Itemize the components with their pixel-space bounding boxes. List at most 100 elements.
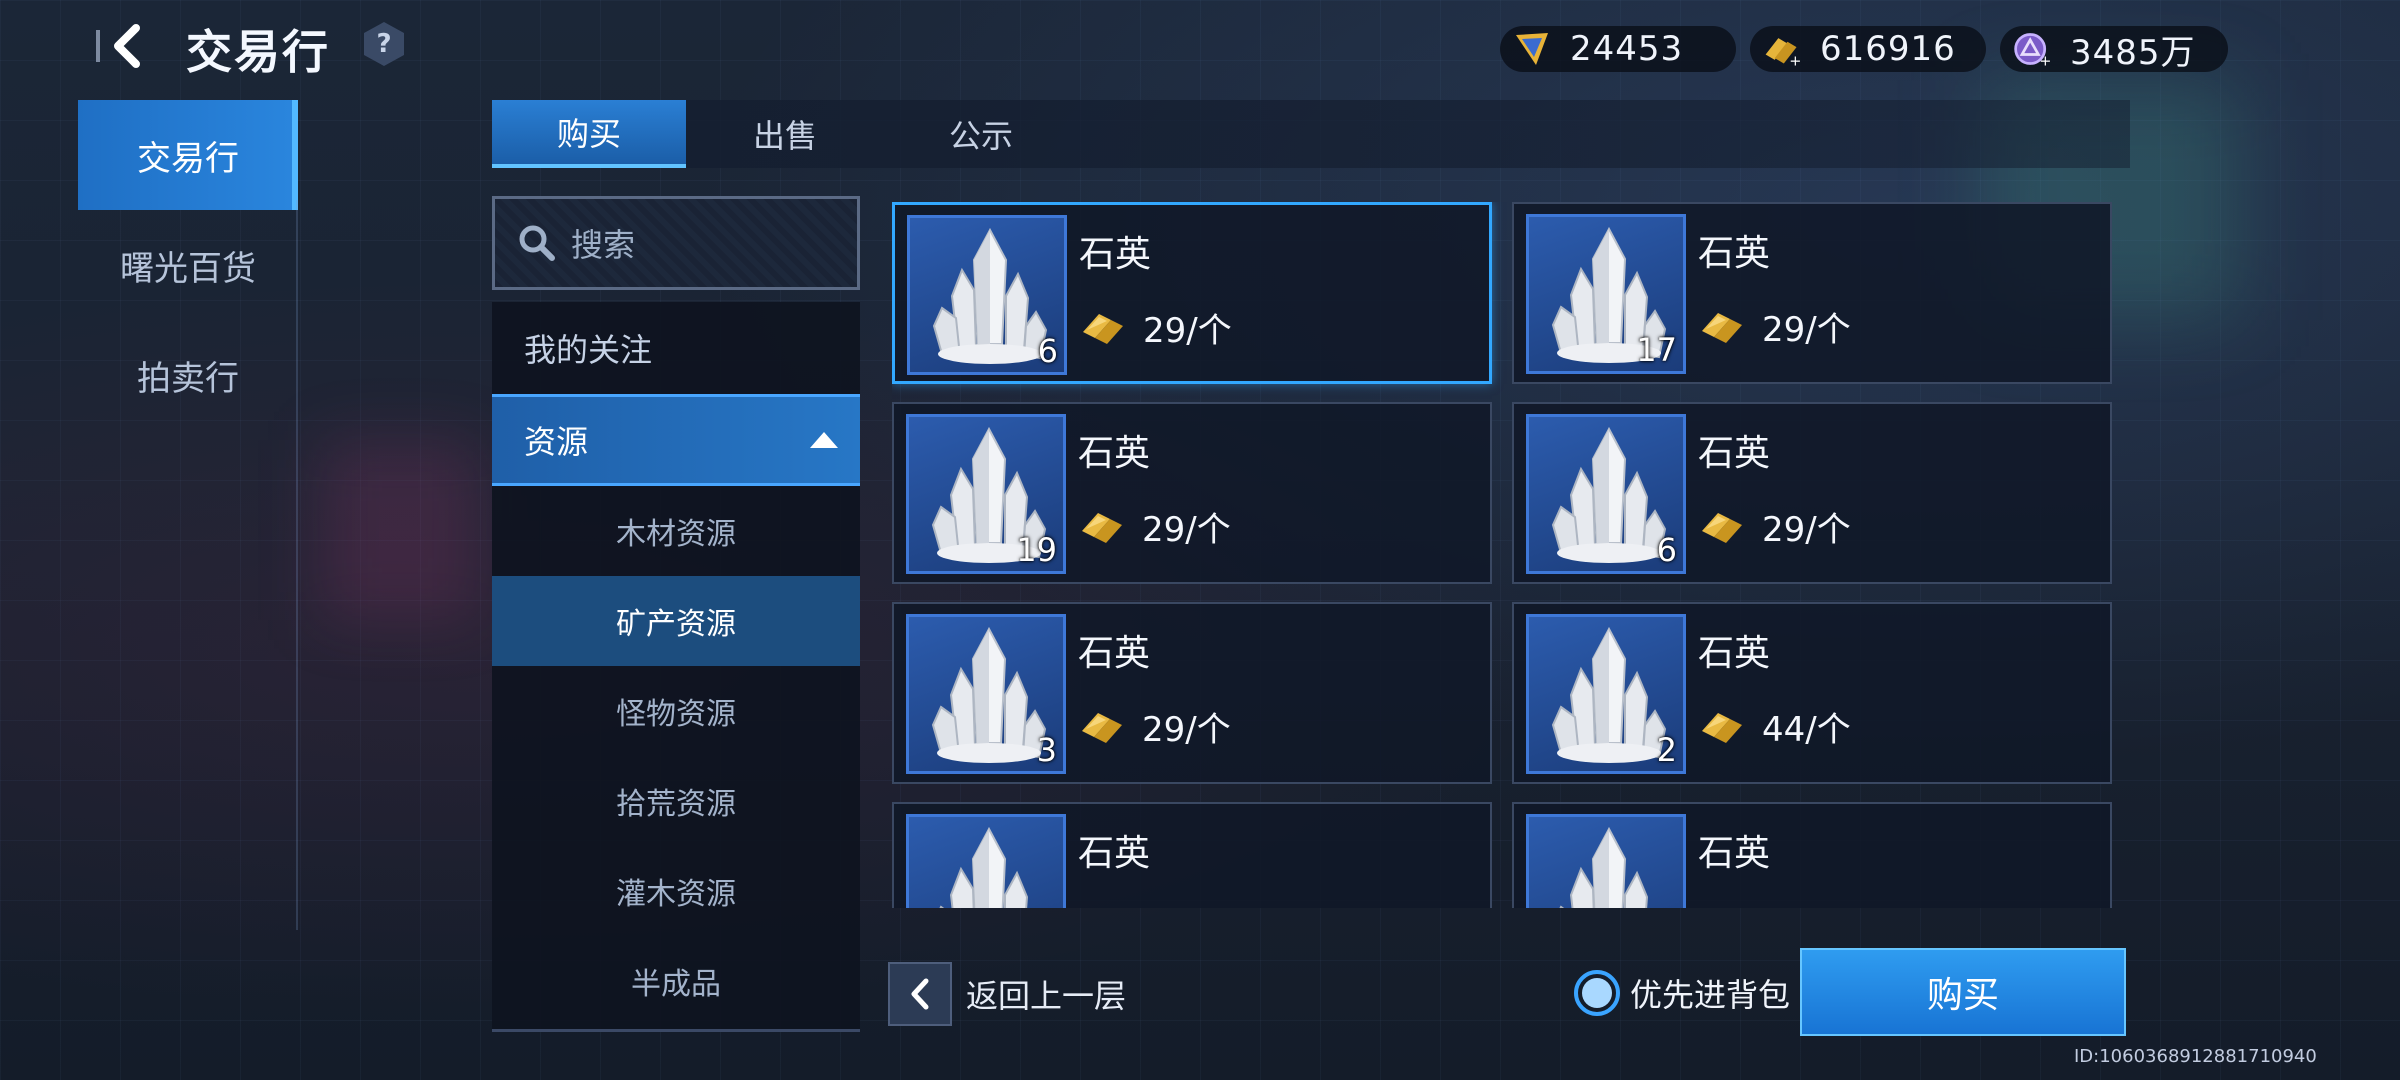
category-sub-scavenge[interactable]: 拾荒资源	[492, 756, 860, 846]
gold-bars-icon	[1702, 712, 1742, 743]
item-price: 29/个	[1078, 702, 1231, 751]
divider	[296, 200, 298, 930]
currency-gold[interactable]: + 616916	[1750, 26, 1986, 72]
quartz-crystal-icon	[1551, 426, 1667, 563]
back-button[interactable]	[96, 18, 158, 74]
left-nav: 交易行 曙光百货 拍卖行	[78, 100, 298, 430]
gold-bars-icon	[1702, 512, 1742, 543]
item-quantity: 3	[1036, 731, 1057, 769]
chevron-left-icon	[911, 978, 929, 1010]
item-thumbnail	[1526, 814, 1686, 908]
item-price: 29/个	[1698, 502, 1851, 551]
priority-backpack-toggle[interactable]: 优先进背包	[1574, 970, 1790, 1016]
item-price-value: 29/个	[1762, 310, 1851, 350]
item-price-value: 29/个	[1143, 311, 1232, 351]
quartz-crystal-icon	[1559, 826, 1649, 908]
item-quantity: 19	[1016, 531, 1057, 569]
quartz-crystal-icon	[939, 826, 1029, 908]
back-layer-button[interactable]: 返回上一层	[888, 962, 1126, 1026]
currency-bar: 24453 + 616916 + 3485万	[1500, 26, 2228, 73]
item-card[interactable]: 17 石英 29/个	[1512, 202, 2112, 384]
user-id: ID:1060368912881710940	[2074, 1046, 2317, 1067]
search-icon	[519, 225, 555, 261]
category-group-resources[interactable]: 资源	[492, 394, 860, 486]
item-price-value: 29/个	[1142, 710, 1231, 750]
currency-energy-value: 24453	[1570, 29, 1684, 69]
category-sub-shrub[interactable]: 灌木资源	[492, 846, 860, 936]
help-icon[interactable]: ?	[364, 22, 404, 66]
item-price-value: 44/个	[1762, 710, 1851, 750]
item-thumbnail: 6	[907, 215, 1067, 375]
gold-bars-icon	[1082, 512, 1122, 543]
item-card[interactable]: 19 石英 29/个	[892, 402, 1492, 584]
item-price: 44/个	[1698, 702, 1851, 751]
category-sub-mineral[interactable]: 矿产资源	[492, 576, 860, 666]
tab-notice[interactable]: 公示	[884, 100, 1078, 168]
back-layer-label: 返回上一层	[966, 977, 1127, 1015]
item-name: 石英	[1698, 233, 1771, 274]
item-price: 29/个	[1078, 502, 1231, 551]
search-input[interactable]: 搜索	[492, 196, 860, 290]
priority-backpack-label: 优先进背包	[1630, 976, 1791, 1014]
quartz-crystal-icon	[1551, 626, 1667, 763]
nav-item-auction[interactable]: 拍卖行	[78, 320, 298, 430]
item-quantity: 2	[1656, 731, 1677, 769]
chevron-left-icon	[114, 24, 140, 68]
category-sub-semi-finished[interactable]: 半成品	[492, 936, 860, 1026]
item-card[interactable]: 3 石英 29/个	[892, 602, 1492, 784]
nav-item-dawn-store[interactable]: 曙光百货	[78, 210, 298, 320]
item-thumbnail: 2	[1526, 614, 1686, 774]
purple-coin-plus-icon: +	[2012, 29, 2052, 69]
background-glow	[320, 440, 480, 620]
energy-crystal-icon	[1512, 29, 1552, 69]
svg-text:+: +	[2039, 53, 2051, 69]
item-name: 石英	[1698, 833, 1771, 874]
category-sub-wood[interactable]: 木材资源	[492, 486, 860, 576]
tab-buy[interactable]: 购买	[492, 100, 686, 168]
search-placeholder: 搜索	[571, 226, 636, 264]
item-name: 石英	[1078, 833, 1151, 874]
item-card[interactable]: 6 石英 29/个	[1512, 402, 2112, 584]
item-name: 石英	[1078, 433, 1151, 474]
nav-item-trading[interactable]: 交易行	[78, 100, 298, 210]
item-quantity: 17	[1636, 331, 1677, 369]
tab-sell[interactable]: 出售	[688, 100, 882, 168]
back-layer-box	[888, 962, 952, 1026]
category-panel: 我的关注 资源 木材资源 矿产资源 怪物资源 拾荒资源 灌木资源 半成品	[492, 302, 860, 1032]
tab-bar: 购买 出售 公示	[492, 100, 2130, 168]
quartz-crystal-icon	[931, 626, 1047, 763]
item-price-value: 29/个	[1142, 510, 1231, 550]
gold-bars-icon	[1702, 312, 1742, 343]
caret-up-icon	[810, 432, 838, 448]
currency-coin-value: 3485万	[2070, 32, 2196, 73]
item-price-value: 29/个	[1762, 510, 1851, 550]
item-card[interactable]: 6 石英 29/个	[892, 202, 1492, 384]
quartz-crystal-icon	[932, 227, 1048, 364]
currency-gold-value: 616916	[1820, 29, 1956, 69]
item-card[interactable]: 石英	[1512, 802, 2112, 908]
currency-energy[interactable]: 24453	[1500, 26, 1736, 72]
item-thumbnail: 6	[1526, 414, 1686, 574]
page-title: 交易行	[186, 25, 330, 79]
item-name: 石英	[1698, 433, 1771, 474]
radio-button[interactable]	[1574, 970, 1620, 1016]
buy-button[interactable]: 购买	[1800, 948, 2126, 1036]
top-bar: 交易行 ? 24453 + 616916 + 3485万	[0, 0, 2400, 96]
item-name: 石英	[1078, 633, 1151, 674]
category-sub-monster[interactable]: 怪物资源	[492, 666, 860, 756]
item-thumbnail: 19	[906, 414, 1066, 574]
item-card[interactable]: 2 石英 44/个	[1512, 602, 2112, 784]
item-name: 石英	[1698, 633, 1771, 674]
item-price: 29/个	[1079, 303, 1232, 352]
item-name: 石英	[1079, 234, 1152, 275]
item-thumbnail: 3	[906, 614, 1066, 774]
category-group-label: 资源	[524, 423, 589, 461]
item-grid: 6 石英 29/个 17 石英 29/个 19 石英 29/个 6 石英 29/个 3 石英 29/个 2 石英…	[892, 202, 2130, 908]
item-card[interactable]: 石英	[892, 802, 1492, 908]
item-price: 29/个	[1698, 302, 1851, 351]
gold-bars-plus-icon: +	[1762, 29, 1802, 69]
currency-coin[interactable]: + 3485万	[2000, 26, 2228, 73]
item-quantity: 6	[1037, 332, 1058, 370]
item-quantity: 6	[1656, 531, 1677, 569]
category-favorites[interactable]: 我的关注	[492, 302, 860, 394]
